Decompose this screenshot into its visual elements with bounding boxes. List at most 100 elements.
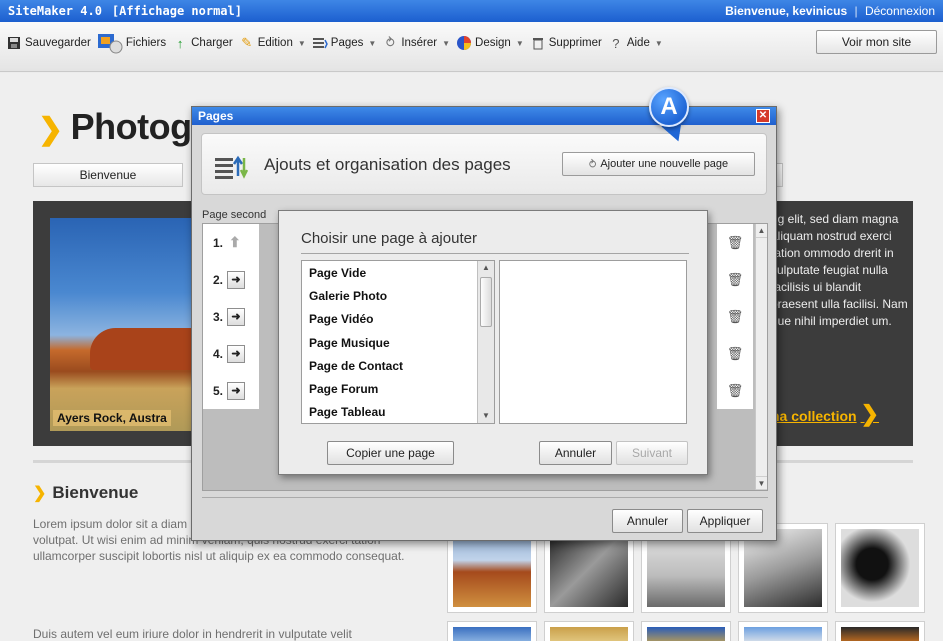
trash-icon[interactable]: 🗑 [717, 335, 753, 372]
choose-page-dialog: Choisir une page à ajouter Page Vide Gal… [278, 210, 708, 475]
toolbar-files-button[interactable]: Fichiers [97, 32, 166, 54]
chevron-right-icon: ❯ [33, 485, 47, 502]
page-list: 1. ⬆ 2. ➜ 3. ➜ 4. ➜ 5. ➜ [203, 224, 259, 409]
trash-icon[interactable]: 🗑 [717, 224, 753, 261]
toolbar-pages-menu[interactable]: Pages ▼ [312, 35, 377, 51]
choose-cancel-button[interactable]: Annuler [539, 441, 612, 465]
files-icon [97, 32, 123, 54]
site-tab-home[interactable]: Bienvenue [33, 163, 183, 187]
add-page-icon: ⥁ [588, 158, 597, 171]
add-new-page-button[interactable]: ⥁ Ajouter une nouvelle page [562, 152, 755, 176]
toolbar-upload-button[interactable]: ↑ Charger [172, 35, 233, 51]
scroll-down-icon[interactable]: ▼ [478, 409, 494, 423]
toolbar-help-label: Aide [626, 37, 650, 49]
page-type-item[interactable]: Page Tableau [302, 401, 494, 424]
pages-dialog-title: Pages [198, 109, 234, 123]
trash-icon[interactable]: 🗑 [717, 372, 753, 409]
scroll-up-icon[interactable]: ▲ [478, 261, 494, 275]
chevron-down-icon: ▼ [297, 38, 306, 48]
arrow-right-icon[interactable]: ➜ [227, 344, 246, 363]
toolbar-save-button[interactable]: Sauvegarder [6, 35, 91, 51]
next-button[interactable]: Suivant [616, 441, 688, 465]
page-row-number: 2. [213, 272, 224, 287]
pages-dialog-heading: Ajouts et organisation des pages [264, 155, 511, 174]
collection-link[interactable]: na collection ❯ [771, 401, 879, 427]
section-title-text: Bienvenue [52, 483, 139, 502]
toolbar-edit-menu[interactable]: ✎ Edition ▼ [239, 35, 306, 51]
page-list-subheading: Page second [202, 209, 267, 221]
app-mode: [Affichage normal] [111, 4, 242, 18]
page-row[interactable]: 4. ➜ [203, 335, 259, 372]
toolbar-design-menu[interactable]: Design ▼ [456, 35, 524, 51]
insert-icon: ⥁ [385, 35, 395, 50]
toolbar-help-menu[interactable]: ? Aide ▼ [608, 35, 663, 51]
arrow-right-icon[interactable]: ➜ [227, 381, 246, 400]
chevron-down-icon: ▼ [368, 38, 377, 48]
logout-link[interactable]: Déconnexion [865, 4, 935, 18]
toolbar-pages-label: Pages [330, 37, 364, 49]
view-site-button[interactable]: Voir mon site [816, 30, 937, 54]
photo-thumbnail[interactable] [447, 621, 537, 641]
hero-text: ng elit, sed diam magna aliquam nostrud … [771, 212, 908, 328]
pages-dialog-header: Ajouts et organisation des pages ⥁ Ajout… [201, 133, 767, 195]
toolbar-save-label: Sauvegarder [25, 37, 91, 49]
trash-icon[interactable]: 🗑 [717, 298, 753, 335]
copy-page-button[interactable]: Copier une page [327, 441, 454, 465]
apply-button[interactable]: Appliquer [687, 509, 763, 533]
chevron-right-icon: ❯ [860, 401, 880, 426]
page-row-number: 5. [213, 383, 224, 398]
user-area: Bienvenue, kevinicus | Déconnexion [725, 4, 935, 18]
chevron-down-icon: ▼ [442, 38, 451, 48]
photo-thumbnail[interactable] [641, 621, 731, 641]
save-icon [6, 35, 22, 51]
pages-cancel-button[interactable]: Annuler [612, 509, 683, 533]
page-type-item[interactable]: Page Musique [302, 331, 494, 354]
toolbar-delete-button[interactable]: Supprimer [530, 35, 602, 51]
pages-icon [312, 35, 328, 51]
toolbar-insert-menu[interactable]: ⥁ Insérer ▼ [382, 35, 450, 51]
page-type-item[interactable]: Page Vide [302, 261, 494, 284]
add-new-page-label: Ajouter une nouvelle page [600, 158, 729, 170]
toolbar-insert-label: Insérer [401, 37, 438, 49]
pencil-icon: ✎ [241, 35, 253, 50]
photo-thumbnail[interactable] [835, 621, 925, 641]
page-row[interactable]: 1. ⬆ [203, 224, 259, 261]
help-icon: ? [612, 35, 620, 51]
close-icon[interactable]: ✕ [756, 109, 770, 123]
scrollbar-thumb[interactable] [480, 277, 492, 327]
app-title: SiteMaker 4.0 [8, 4, 102, 18]
second-paragraph: Duis autem vel eum iriure dolor in hendr… [33, 627, 352, 641]
photo-thumbnail[interactable] [835, 523, 925, 613]
toolbar-upload-label: Charger [191, 37, 233, 49]
scroll-down-icon[interactable]: ▼ [756, 476, 767, 490]
scroll-up-icon[interactable]: ▲ [756, 224, 767, 238]
page-list-scrollbar[interactable]: ▲ ▼ [755, 224, 767, 490]
page-type-item[interactable]: Page Forum [302, 377, 494, 400]
toolbar-files-label: Fichiers [125, 37, 167, 49]
chevron-down-icon: ▼ [515, 38, 524, 48]
page-row-number: 4. [213, 346, 224, 361]
page-type-item[interactable]: Page de Contact [302, 354, 494, 377]
arrow-right-icon[interactable]: ➜ [227, 307, 246, 326]
page-type-list[interactable]: Page Vide Galerie Photo Page Vidéo Page … [301, 260, 495, 424]
hero-caption: Ayers Rock, Austra [53, 410, 171, 426]
main-toolbar: Sauvegarder Fichiers ↑ Charger ✎ Edition… [0, 22, 943, 72]
upload-arrow-icon: ↑ [176, 35, 184, 51]
page-type-item[interactable]: Galerie Photo [302, 284, 494, 307]
separator: | [854, 4, 858, 18]
choose-page-divider [301, 253, 689, 254]
chevron-down-icon: ▼ [654, 38, 663, 48]
dialog-footer-divider [202, 497, 768, 498]
page-row[interactable]: 2. ➜ [203, 261, 259, 298]
page-type-scrollbar[interactable]: ▲ ▼ [477, 261, 494, 423]
page-type-item[interactable]: Page Vidéo [302, 308, 494, 331]
page-row[interactable]: 5. ➜ [203, 372, 259, 409]
arrow-right-icon[interactable]: ➜ [227, 270, 246, 289]
section-title: ❯ Bienvenue [33, 483, 138, 503]
photo-thumbnail[interactable] [544, 621, 634, 641]
page-row[interactable]: 3. ➜ [203, 298, 259, 335]
trash-icon[interactable]: 🗑 [717, 261, 753, 298]
photo-thumbnail[interactable] [738, 621, 828, 641]
collection-link-text: na collection [771, 408, 857, 424]
delete-column: 🗑 🗑 🗑 🗑 🗑 [717, 224, 753, 409]
